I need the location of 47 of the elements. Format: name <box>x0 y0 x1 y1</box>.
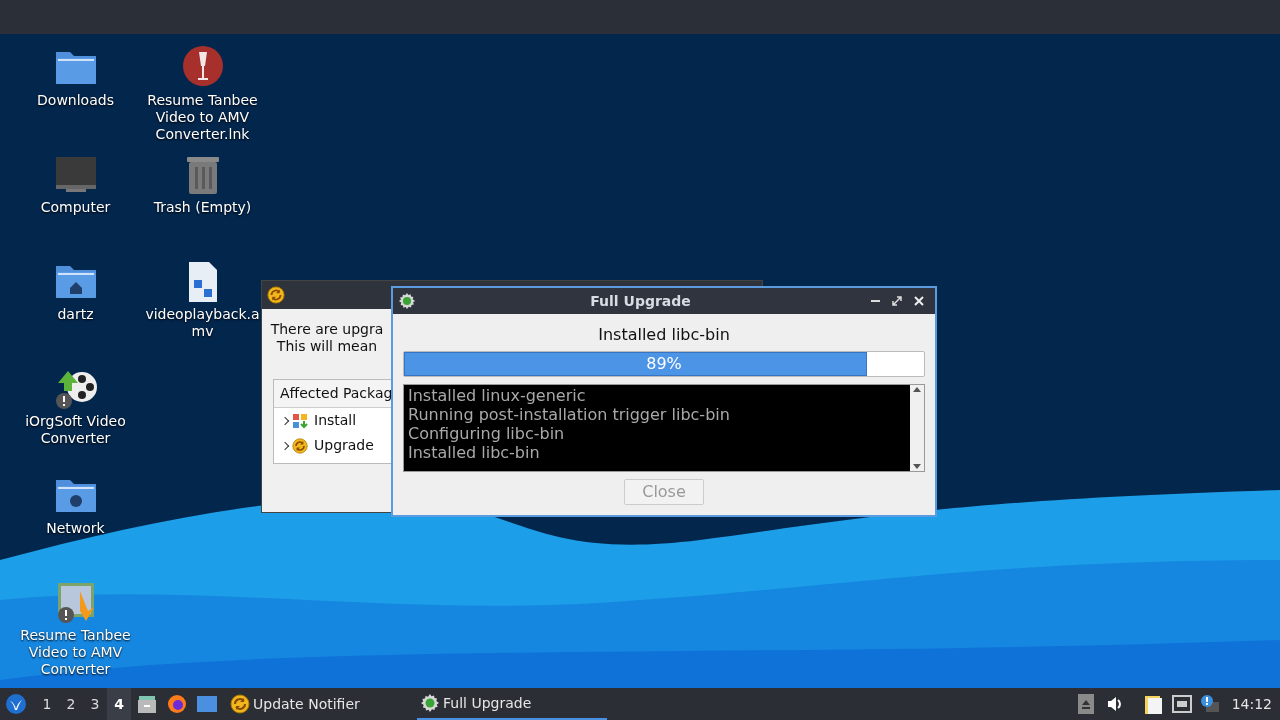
status-text: Installed libc-bin <box>597 325 731 345</box>
window-title: Full Upgrade <box>589 291 692 311</box>
log-line: Running post-installation trigger libc-bin <box>408 405 731 424</box>
show-desktop-icon[interactable] <box>197 695 217 713</box>
desktop-icon-label[interactable]: Trash (Empty) <box>143 199 262 216</box>
clipboard-icon[interactable] <box>1143 693 1164 715</box>
sync-icon <box>292 437 308 454</box>
scroll-up-icon[interactable] <box>913 387 921 392</box>
volume-icon[interactable] <box>1105 695 1124 713</box>
desktop-icon-label[interactable]: Resume Tanbee Video to AMV Converter <box>16 627 135 678</box>
sync-icon <box>230 694 250 714</box>
progress-percent: 89% <box>645 353 683 375</box>
desktop-icon-label[interactable]: dartz <box>16 306 135 323</box>
message-text: This will mean <box>276 338 378 355</box>
file-cabinet-icon[interactable] <box>137 694 157 714</box>
clock[interactable]: 14:12 <box>1231 693 1272 715</box>
desktop-icon-label[interactable]: iOrgSoft Video Converter <box>16 413 135 447</box>
desktop-icon-label[interactable]: videoplayback.amv <box>143 306 262 340</box>
desktop-icon-label[interactable]: Computer <box>16 199 135 216</box>
message-text: There are upgra <box>270 321 384 338</box>
log-line: Configuring libc-bin <box>408 424 566 443</box>
workspace-button[interactable]: 4 <box>107 688 131 720</box>
workspace-button[interactable]: 1 <box>35 688 59 720</box>
workspace-button[interactable]: 2 <box>59 688 83 720</box>
start-menu-icon[interactable] <box>5 693 27 715</box>
eject-icon[interactable] <box>1077 694 1094 714</box>
gear-icon <box>398 292 416 310</box>
network-icon[interactable] <box>1171 695 1192 713</box>
taskbar-task[interactable]: Full Upgrade <box>417 688 607 720</box>
desktop-icon-label[interactable]: Downloads <box>16 92 135 109</box>
log-line: Installed libc-bin <box>408 443 541 462</box>
scrollbar[interactable] <box>910 385 924 471</box>
desktop-icon-label[interactable]: Network <box>16 520 135 537</box>
gear-icon <box>420 693 440 713</box>
tree-item[interactable]: Install <box>314 410 357 431</box>
notification-icon[interactable] <box>1199 694 1220 714</box>
scroll-down-icon[interactable] <box>913 464 921 469</box>
install-icon <box>292 412 308 429</box>
taskbar-task[interactable]: Update Notifier <box>227 688 417 720</box>
desktop-icon-label[interactable]: Resume Tanbee Video to AMV Converter.lnk <box>143 92 262 143</box>
sync-icon <box>267 286 285 304</box>
maximize-icon[interactable] <box>892 296 902 306</box>
browser-icon[interactable] <box>167 694 187 714</box>
close-icon[interactable] <box>914 296 924 306</box>
workspace-button[interactable]: 3 <box>83 688 107 720</box>
log-line: Installed linux-generic <box>408 386 587 405</box>
tree-item[interactable]: Upgrade <box>314 435 374 456</box>
